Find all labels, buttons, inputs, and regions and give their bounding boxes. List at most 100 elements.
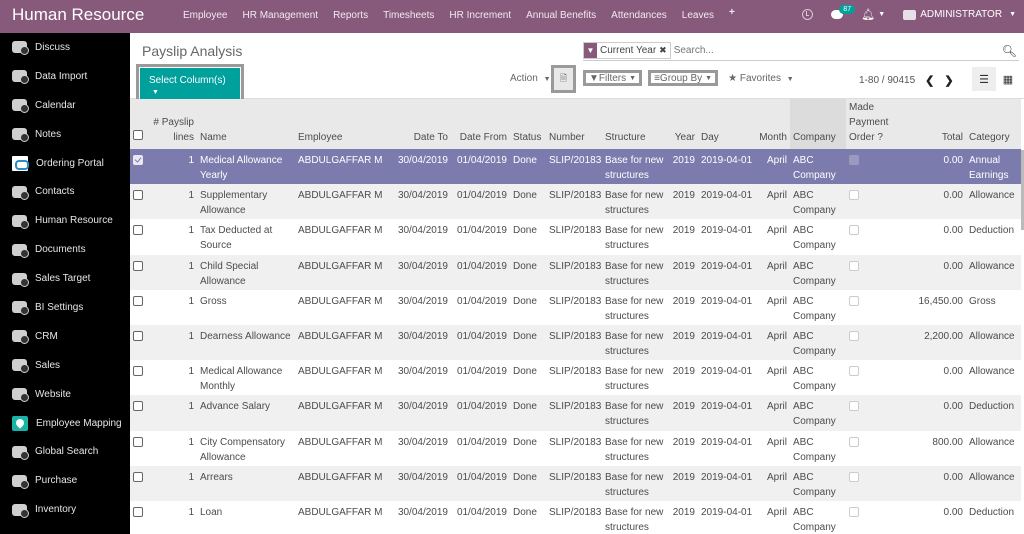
sidebar-item-purchase[interactable]: Purchase [0, 466, 130, 495]
table-row[interactable]: 1 Tax Deducted at Source ABDULGAFFAR M 30/0… [130, 219, 1021, 255]
sidebar-item-notes[interactable]: Notes [0, 120, 130, 149]
next-page-icon[interactable]: ❯ [944, 74, 953, 87]
menu-leaves[interactable]: Leaves [682, 10, 714, 21]
cell-paid[interactable] [846, 289, 904, 325]
col-payslip-lines[interactable]: # Payslip lines [147, 99, 197, 149]
menu-hr-increment[interactable]: HR Increment [449, 10, 511, 21]
cell-paid[interactable] [846, 430, 904, 466]
user-menu[interactable]: ADMINISTRATOR ▼ [903, 9, 1016, 20]
row-select-checkbox[interactable] [130, 149, 147, 185]
cell-paid[interactable] [846, 149, 904, 185]
clock-icon[interactable] [802, 9, 814, 20]
action-dropdown[interactable]: Action ▼ [510, 73, 551, 84]
payment-order-checkbox[interactable] [849, 190, 859, 201]
table-row[interactable]: 1 Medical Allowance Yearly ABDULGAFFAR M 30… [130, 149, 1021, 185]
sidebar-item-bi-settings[interactable]: BI Settings [0, 293, 130, 322]
cell-paid[interactable] [846, 219, 904, 255]
table-row[interactable]: 1 Arrears ABDULGAFFAR M 30/04/2019 01/04/201… [130, 465, 1021, 501]
app-title[interactable]: Human Resource [12, 5, 144, 25]
menu-employee[interactable]: Employee [183, 10, 227, 21]
select-all-checkbox[interactable] [130, 99, 147, 149]
col-structure[interactable]: Structure [602, 99, 669, 149]
sidebar-item-sales[interactable]: Sales [0, 351, 130, 380]
cell-paid[interactable] [846, 500, 904, 534]
payment-order-checkbox[interactable] [849, 330, 859, 341]
sidebar-item-crm[interactable]: CRM [0, 322, 130, 351]
notifications-button[interactable]: 🔔︎ ▼ [861, 8, 885, 21]
row-select-checkbox[interactable] [130, 500, 147, 534]
payment-order-checkbox[interactable] [849, 471, 859, 482]
row-select-checkbox[interactable] [130, 254, 147, 290]
cell-paid[interactable] [846, 254, 904, 290]
sidebar-item-website[interactable]: Website [0, 380, 130, 409]
sidebar-item-employee-mapping[interactable]: Employee Mapping [0, 409, 130, 438]
row-select-checkbox[interactable] [130, 465, 147, 501]
plus-icon[interactable]: + [729, 7, 735, 21]
remove-facet-icon[interactable]: ✖ [659, 45, 670, 56]
row-select-checkbox[interactable] [130, 430, 147, 466]
table-row[interactable]: 1 Advance Salary ABDULGAFFAR M 30/04/2019 01… [130, 395, 1021, 431]
list-view-icon[interactable]: ☰ [972, 67, 996, 91]
sidebar-item-data-import[interactable]: Data Import [0, 62, 130, 91]
col-date-to[interactable]: Date To [393, 99, 451, 149]
pager-value[interactable]: 1-80 / 90415 [859, 75, 915, 86]
menu-timesheets[interactable]: Timesheets [383, 10, 434, 21]
col-made-payment-order[interactable]: Made Payment Order ? [846, 99, 904, 149]
row-select-checkbox[interactable] [130, 360, 147, 396]
sidebar-item-documents[interactable]: Documents [0, 235, 130, 264]
filters-button[interactable]: ▼ Filters ▼ [583, 70, 643, 86]
sidebar-item-contacts[interactable]: Contacts [0, 177, 130, 206]
col-date-from[interactable]: Date From [451, 99, 510, 149]
menu-reports[interactable]: Reports [333, 10, 368, 21]
payment-order-checkbox[interactable] [849, 225, 859, 236]
payment-order-checkbox[interactable] [849, 155, 859, 165]
table-row[interactable]: 1 Child Special Allowance ABDULGAFFAR M 30/… [130, 254, 1021, 290]
col-day[interactable]: Day [698, 99, 756, 149]
sidebar-item-sales-target[interactable]: Sales Target [0, 264, 130, 293]
menu-attendances[interactable]: Attendances [611, 10, 667, 21]
col-category[interactable]: Category [966, 99, 1021, 149]
cell-paid[interactable] [846, 360, 904, 396]
menu-annual-benefits[interactable]: Annual Benefits [526, 10, 596, 21]
pivot-view-icon[interactable]: ▦ [996, 67, 1020, 91]
payment-order-checkbox[interactable] [849, 401, 859, 412]
sidebar-item-ordering-portal[interactable]: Ordering Portal [0, 149, 130, 178]
row-select-checkbox[interactable] [130, 324, 147, 361]
payment-order-checkbox[interactable] [849, 366, 859, 377]
previous-page-icon[interactable]: ❮ [925, 74, 934, 87]
cell-paid[interactable] [846, 465, 904, 501]
table-row[interactable]: 1 Gross ABDULGAFFAR M 30/04/2019 01/04/2019 D… [130, 289, 1021, 325]
sidebar-item-global-search[interactable]: Global Search [0, 437, 130, 466]
payment-order-checkbox[interactable] [849, 436, 859, 447]
col-company[interactable]: Company [790, 99, 846, 149]
col-year[interactable]: Year [669, 99, 698, 149]
sidebar-item-inventory[interactable]: Inventory [0, 495, 130, 524]
table-row[interactable]: 1 Medical Allowance Monthly ABDULGAFFAR M3… [130, 360, 1021, 396]
sidebar-item-calendar[interactable]: Calendar [0, 91, 130, 120]
row-select-checkbox[interactable] [130, 289, 147, 325]
table-row[interactable]: 1 City Compensatory Allowance ABDULGAFFAR … [130, 430, 1021, 466]
col-month[interactable]: Month [756, 99, 790, 149]
payment-order-checkbox[interactable] [849, 295, 859, 306]
sidebar-item-discuss[interactable]: Discuss [0, 33, 130, 62]
cell-paid[interactable] [846, 184, 904, 220]
col-name[interactable]: Name [197, 99, 295, 149]
sidebar-item-human-resource[interactable]: Human Resource [0, 206, 130, 235]
col-employee[interactable]: Employee [295, 99, 393, 149]
cell-paid[interactable] [846, 395, 904, 431]
favorites-button[interactable]: ★ Favorites ▼ [728, 73, 794, 84]
table-row[interactable]: 1 Supplementary Allowance ABDULGAFFAR M 30/… [130, 184, 1021, 220]
row-select-checkbox[interactable] [130, 184, 147, 220]
messages-icon[interactable]: 87 [831, 5, 856, 19]
search-icon[interactable]: 🔍︎ [1002, 44, 1017, 58]
col-total[interactable]: Total [904, 99, 966, 149]
col-number[interactable]: Number [546, 99, 602, 149]
cell-paid[interactable] [846, 324, 904, 361]
payment-order-checkbox[interactable] [849, 260, 859, 271]
menu-hr-management[interactable]: HR Management [242, 10, 318, 21]
payment-order-checkbox[interactable] [849, 506, 859, 517]
table-row[interactable]: 1 Loan ABDULGAFFAR M 30/04/2019 01/04/2019 Do… [130, 500, 1021, 534]
row-select-checkbox[interactable] [130, 219, 147, 255]
row-select-checkbox[interactable] [130, 395, 147, 431]
search-input[interactable] [673, 45, 1002, 56]
